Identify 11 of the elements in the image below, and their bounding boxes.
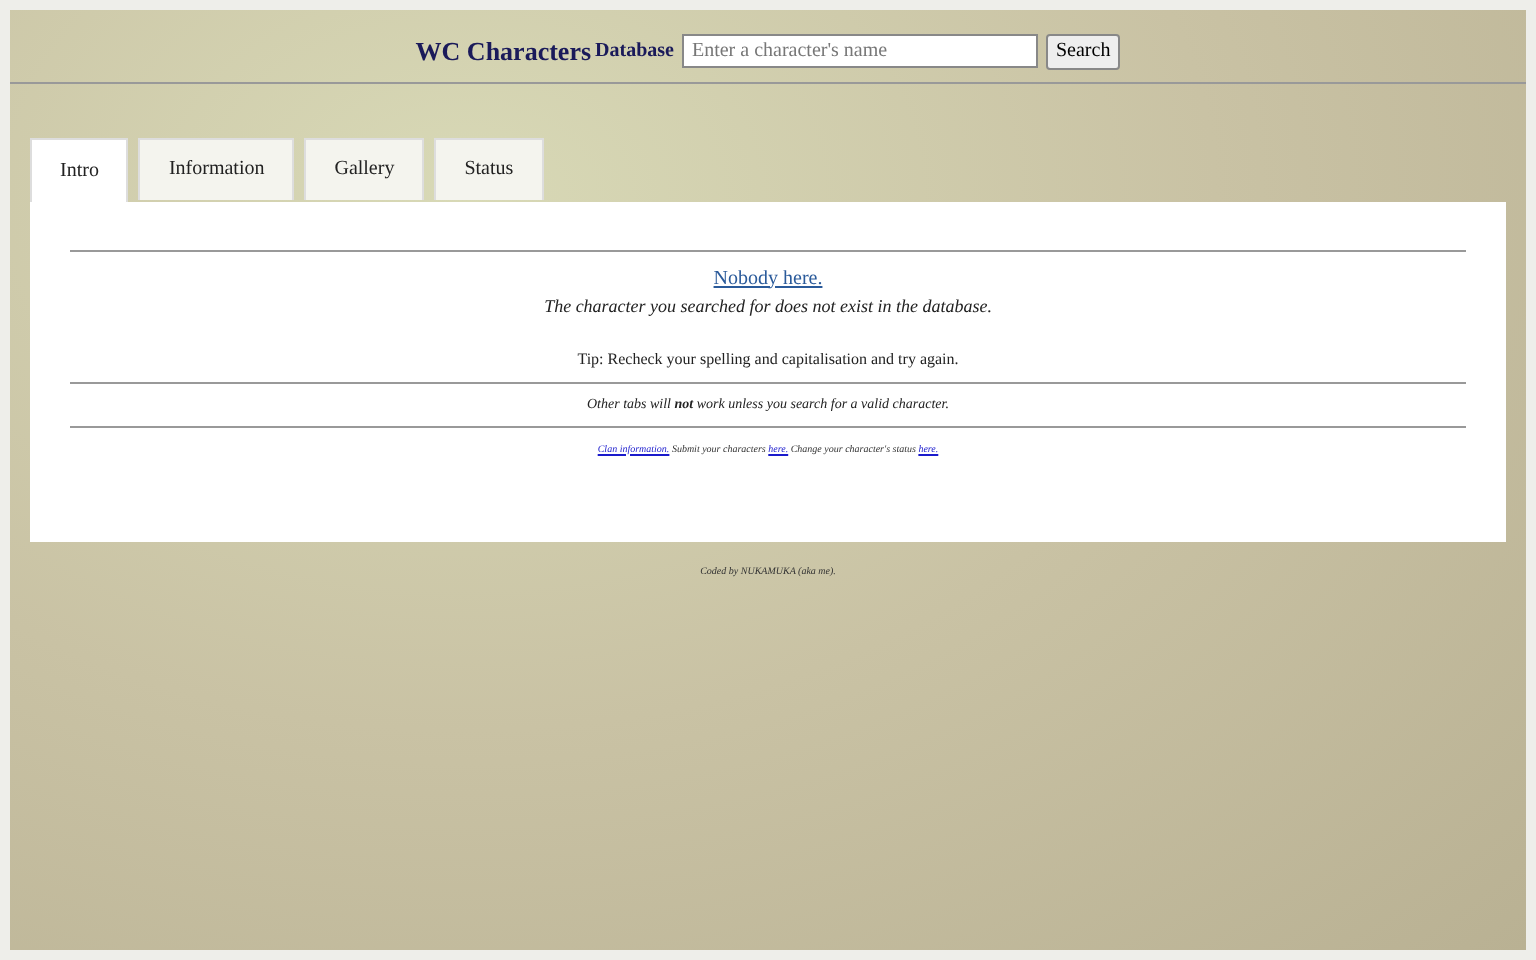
tab[interactable]: Information [138, 137, 295, 199]
tab[interactable]: Gallery [304, 137, 425, 199]
site-title: WC Characters [415, 34, 592, 70]
not-found-message: The character you searched for does not exist in the database. [544, 293, 992, 320]
nobody-here-link[interactable]: Nobody here. [713, 263, 823, 293]
site-subtitle: Database [595, 38, 674, 67]
tab[interactable]: Intro [30, 137, 129, 201]
search-field[interactable]: Enter a character's name [681, 34, 1038, 69]
tip-text: Tip: Recheck your spelling and capitalisation and try again. [577, 348, 959, 372]
tab[interactable]: Status [434, 137, 544, 199]
search-button[interactable]: Search [1045, 33, 1121, 70]
